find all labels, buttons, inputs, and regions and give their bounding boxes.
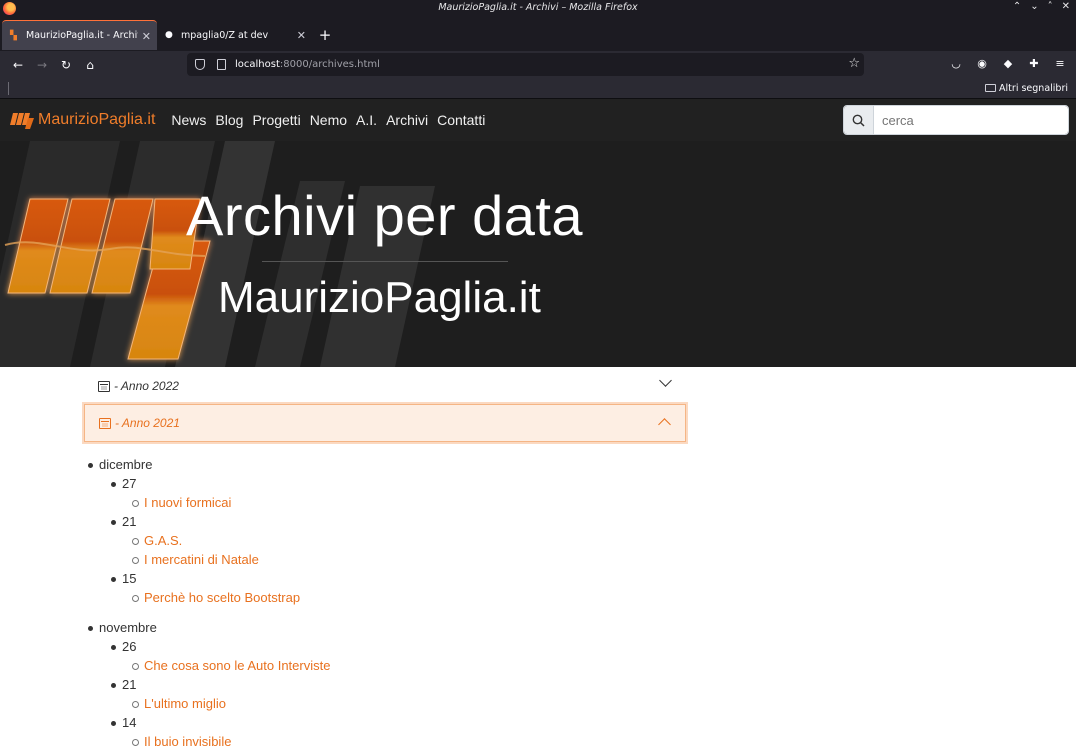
search-input[interactable] <box>874 106 1068 134</box>
chevron-up-icon <box>658 418 671 431</box>
post-item: Il buio invisibile <box>88 732 330 751</box>
month-spacer <box>88 607 330 618</box>
accordion-year-2022[interactable]: - Anno 2022 <box>84 367 686 405</box>
privacy-badger-icon[interactable]: ◆ <box>1000 55 1016 71</box>
toolbar-extensions: ◡ ◉ ◆ ✚ ≡ <box>948 55 1068 71</box>
minimize-icon[interactable]: ⌄ <box>1030 1 1038 12</box>
chevron-down-icon <box>659 374 672 387</box>
post-item: I mercatini di Natale <box>88 550 330 569</box>
window-title: MaurizioPaglia.it - Archivi – Mozilla Fi… <box>438 2 638 13</box>
tab-label: MaurizioPaglia.it - Archivi <box>26 30 138 41</box>
browser-toolbar: ← → ↻ ⌂ localhost:8000/archives.html ☆ ◡… <box>0 51 1076 78</box>
archive-list: dicembre 27 I nuovi formicai 21 G.A.S. I… <box>88 455 330 751</box>
new-tab-button[interactable]: + <box>312 20 338 50</box>
hero-divider <box>262 261 508 262</box>
accordion-label: - Anno 2021 <box>115 416 180 430</box>
close-tab-icon[interactable]: ✕ <box>297 29 306 42</box>
menu-progetti[interactable]: Progetti <box>248 112 304 128</box>
reload-button[interactable]: ↻ <box>54 54 78 76</box>
menu-blog[interactable]: Blog <box>211 112 247 128</box>
url-host: localhost <box>235 59 280 70</box>
post-item: L'ultimo miglio <box>88 694 330 713</box>
back-button[interactable]: ← <box>6 54 30 76</box>
post-link[interactable]: L'ultimo miglio <box>144 696 226 711</box>
menu-news[interactable]: News <box>167 112 210 128</box>
tab-label: mpaglia0/Z at dev <box>181 29 269 41</box>
url-path: :8000/archives.html <box>279 59 380 70</box>
post-link[interactable]: I mercatini di Natale <box>144 552 259 567</box>
tab-github[interactable]: ● mpaglia0/Z at dev ✕ <box>157 20 312 50</box>
day-item: 26 <box>88 637 330 656</box>
github-icon: ● <box>165 30 173 40</box>
menu-ai[interactable]: A.I. <box>352 112 381 128</box>
other-bookmarks[interactable]: Altri segnalibri <box>985 83 1068 94</box>
month-item: novembre <box>88 618 330 637</box>
window-controls: ⌃ ⌄ ˄ ✕ <box>1013 1 1070 12</box>
menu-icon[interactable]: ≡ <box>1052 55 1068 71</box>
accordion-year-2021[interactable]: - Anno 2021 <box>84 404 686 442</box>
other-bookmarks-label: Altri segnalibri <box>999 82 1068 94</box>
site-brand[interactable]: MaurizioPaglia.it <box>10 111 155 129</box>
site-favicon-icon: ▚ <box>10 30 17 41</box>
post-link[interactable]: Il buio invisibile <box>144 734 231 749</box>
day-item: 14 <box>88 713 330 732</box>
post-link[interactable]: Che cosa sono le Auto Interviste <box>144 658 330 673</box>
accordion-label: - Anno 2022 <box>114 379 179 393</box>
site-navbar: MaurizioPaglia.it News Blog Progetti Nem… <box>0 99 1076 141</box>
keep-above-icon[interactable]: ⌃ <box>1013 1 1021 12</box>
site-search <box>843 105 1069 135</box>
tracking-protection-icon[interactable] <box>195 59 205 70</box>
menu-contatti[interactable]: Contatti <box>433 112 489 128</box>
bookmark-star-icon[interactable]: ☆ <box>848 56 860 71</box>
brand-name: MaurizioPaglia.it <box>38 111 156 128</box>
day-item: 21 <box>88 512 330 531</box>
menu-nemo[interactable]: Nemo <box>306 112 351 128</box>
account-icon[interactable]: ◉ <box>974 55 990 71</box>
calendar-icon <box>99 417 111 429</box>
menu-archivi[interactable]: Archivi <box>382 112 432 128</box>
folder-icon <box>985 83 997 92</box>
post-item: Che cosa sono le Auto Interviste <box>88 656 330 675</box>
brand-logo-icon <box>10 113 34 129</box>
post-link[interactable]: G.A.S. <box>144 533 182 548</box>
hero-banner: Archivi per data MaurizioPaglia.it <box>0 141 1076 367</box>
extensions-icon[interactable]: ✚ <box>1026 55 1042 71</box>
post-item: Perchè ho scelto Bootstrap <box>88 588 330 607</box>
hero-logo-graphic <box>0 141 435 367</box>
calendar-icon <box>98 380 110 392</box>
post-item: I nuovi formicai <box>88 493 330 512</box>
month-item: dicembre <box>88 455 330 474</box>
day-item: 15 <box>88 569 330 588</box>
search-icon[interactable] <box>844 106 874 134</box>
window-titlebar: MaurizioPaglia.it - Archivi – Mozilla Fi… <box>0 0 1076 17</box>
bookmarks-separator <box>8 82 9 95</box>
post-link[interactable]: I nuovi formicai <box>144 495 231 510</box>
forward-button[interactable]: → <box>30 54 54 76</box>
bookmarks-bar: Altri segnalibri <box>0 78 1076 99</box>
hero-subtitle: MaurizioPaglia.it <box>218 273 541 322</box>
tab-archivi[interactable]: ▚ MaurizioPaglia.it - Archivi ✕ <box>2 20 157 50</box>
tab-bar: ▚ MaurizioPaglia.it - Archivi ✕ ● mpagli… <box>0 17 1076 51</box>
page-info-icon[interactable] <box>217 59 226 70</box>
maximize-icon[interactable]: ˄ <box>1048 1 1053 12</box>
pocket-icon[interactable]: ◡ <box>948 55 964 71</box>
archive-content: - Anno 2022 - Anno 2021 dicembre 27 I nu… <box>0 367 1076 753</box>
close-tab-icon[interactable]: ✕ <box>142 30 151 43</box>
close-window-icon[interactable]: ✕ <box>1062 1 1070 12</box>
day-item: 27 <box>88 474 330 493</box>
post-link[interactable]: Perchè ho scelto Bootstrap <box>144 590 300 605</box>
post-item: G.A.S. <box>88 531 330 550</box>
day-item: 21 <box>88 675 330 694</box>
hero-title: Archivi per data <box>186 184 584 247</box>
address-bar[interactable]: localhost:8000/archives.html ☆ <box>187 53 864 76</box>
home-button[interactable]: ⌂ <box>78 54 102 76</box>
site-menu: News Blog Progetti Nemo A.I. Archivi Con… <box>167 112 490 128</box>
